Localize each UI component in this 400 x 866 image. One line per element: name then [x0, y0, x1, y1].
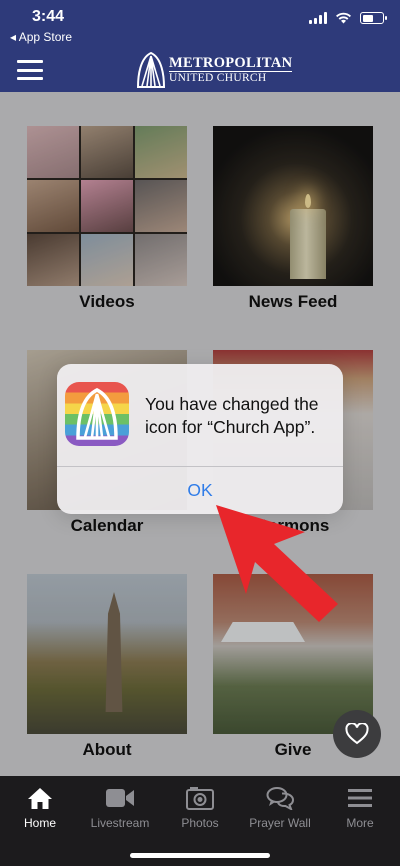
app-header: 3:44 ◂ App Store METROPOLITAN UNITED CHU…	[0, 0, 400, 92]
red-arrow-pointer-icon	[216, 505, 338, 622]
battery-fill	[362, 14, 373, 22]
battery-icon	[360, 12, 387, 24]
tab-prayer-wall[interactable]: Prayer Wall	[240, 784, 320, 834]
tab-label: Photos	[181, 816, 219, 830]
video-camera-icon	[106, 789, 134, 807]
status-icons	[309, 12, 387, 24]
menu-icon	[348, 789, 372, 807]
tab-home[interactable]: Home	[0, 784, 80, 834]
rainbow-church-icon	[65, 382, 129, 446]
status-time: 3:44	[32, 8, 65, 25]
logo-subtitle: UNITED CHURCH	[169, 71, 293, 85]
chat-bubbles-icon	[266, 787, 294, 810]
home-indicator[interactable]	[130, 853, 270, 858]
favorite-button[interactable]	[333, 710, 381, 758]
camera-icon	[186, 787, 214, 810]
tab-photos[interactable]: Photos	[160, 784, 240, 834]
tab-label: Prayer Wall	[249, 816, 311, 830]
home-icon	[28, 788, 52, 809]
tab-livestream[interactable]: Livestream	[80, 784, 160, 834]
tab-more[interactable]: More	[320, 784, 400, 834]
logo-title: METROPOLITAN	[169, 54, 293, 71]
church-logo-icon	[136, 52, 166, 88]
back-to-app-store-link[interactable]: ◂ App Store	[10, 30, 72, 44]
hamburger-icon[interactable]	[17, 60, 43, 80]
church-logo: METROPOLITAN UNITED CHURCH	[136, 52, 293, 88]
wifi-icon	[336, 12, 351, 24]
tab-label: Livestream	[90, 816, 150, 830]
alert-message: You have changed the icon for “Church Ap…	[145, 394, 319, 437]
icon-changed-alert: You have changed the icon for “Church Ap…	[57, 364, 343, 514]
tab-label: More	[346, 816, 374, 830]
tab-label: Home	[23, 816, 56, 830]
heart-icon	[345, 723, 369, 745]
cellular-signal-icon	[309, 12, 327, 24]
